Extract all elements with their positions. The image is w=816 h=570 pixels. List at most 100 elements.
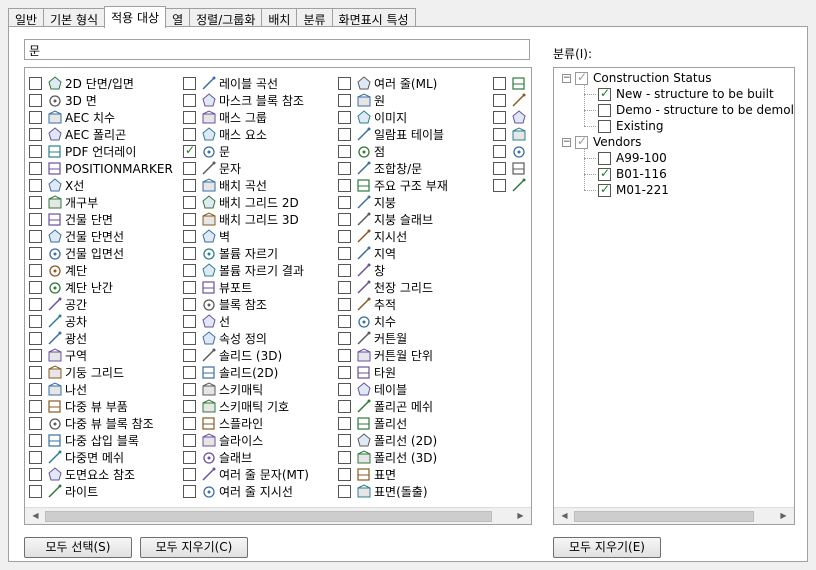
object-type-item[interactable]: 볼륨 자르기 <box>183 245 278 262</box>
tab-1[interactable]: 기본 형식 <box>43 8 106 28</box>
object-type-checkbox[interactable] <box>183 349 196 362</box>
object-type-checkbox[interactable] <box>338 145 351 158</box>
object-type-item[interactable]: 표면(돌출) <box>338 483 428 500</box>
object-type-item[interactable]: 기둥 그리드 <box>29 364 124 381</box>
object-type-item[interactable]: 표면 <box>338 466 396 483</box>
object-type-item[interactable] <box>493 160 529 177</box>
object-type-checkbox[interactable] <box>183 281 196 294</box>
object-type-checkbox[interactable] <box>29 298 42 311</box>
object-type-item[interactable]: 폴리선 (3D) <box>338 449 437 466</box>
object-type-item[interactable]: 벽 <box>183 228 230 245</box>
object-type-checkbox[interactable] <box>183 451 196 464</box>
object-type-checkbox[interactable] <box>338 451 351 464</box>
category-horizontal-scrollbar[interactable]: ◀ ▶ <box>554 507 794 524</box>
clear-all-categories-button[interactable]: 모두 지우기(E) <box>553 537 661 558</box>
object-type-checkbox[interactable] <box>183 400 196 413</box>
object-type-item[interactable]: 여러 줄(ML) <box>338 75 437 92</box>
collapse-icon[interactable]: − <box>562 73 571 83</box>
object-type-checkbox[interactable] <box>183 179 196 192</box>
object-type-checkbox[interactable] <box>338 349 351 362</box>
object-type-item[interactable]: 레이블 곡선 <box>183 75 278 92</box>
object-type-checkbox[interactable] <box>29 264 42 277</box>
object-type-checkbox[interactable] <box>338 366 351 379</box>
object-type-item[interactable]: 뷰포트 <box>183 279 252 296</box>
object-type-item[interactable]: 나선 <box>29 381 87 398</box>
object-type-checkbox[interactable] <box>493 128 506 141</box>
category-item[interactable]: Demo - structure to be demolished <box>598 102 794 118</box>
object-type-item[interactable]: 지역 <box>338 245 396 262</box>
object-type-checkbox[interactable] <box>29 366 42 379</box>
object-type-item[interactable]: 지시선 <box>338 228 407 245</box>
object-type-item[interactable]: 폴리곤 메쉬 <box>338 398 433 415</box>
object-type-item[interactable]: X선 <box>29 177 84 194</box>
object-type-item[interactable]: 조합창/문 <box>338 160 422 177</box>
object-type-item[interactable]: 점 <box>338 143 385 160</box>
object-type-checkbox[interactable] <box>29 451 42 464</box>
object-type-checkbox[interactable] <box>29 400 42 413</box>
category-checkbox[interactable] <box>575 134 588 149</box>
tab-6[interactable]: 분류 <box>296 8 333 28</box>
object-type-item[interactable]: 다중 삽입 블록 <box>29 432 139 449</box>
object-type-checkbox[interactable] <box>29 315 42 328</box>
object-type-checkbox[interactable] <box>338 162 351 175</box>
object-type-checkbox[interactable] <box>183 298 196 311</box>
object-type-checkbox[interactable] <box>29 162 42 175</box>
object-type-item[interactable]: 지붕 <box>338 194 396 211</box>
object-type-checkbox[interactable] <box>183 315 196 328</box>
object-type-item[interactable]: 블록 참조 <box>183 296 267 313</box>
object-type-checkbox[interactable] <box>183 162 196 175</box>
object-type-item[interactable]: POSITIONMARKER <box>29 160 173 177</box>
object-type-item[interactable]: 속성 정의 <box>183 330 267 347</box>
object-type-list[interactable]: 2D 단면/입면 3D 면 AEC 치수 AEC 폴리곤 PDF 언더레이 POSITIO… <box>24 67 532 525</box>
object-type-checkbox[interactable] <box>183 485 196 498</box>
object-type-item[interactable]: 원 <box>338 92 385 109</box>
object-type-checkbox[interactable] <box>183 77 196 90</box>
object-type-checkbox[interactable] <box>183 332 196 345</box>
object-type-item[interactable] <box>493 126 529 143</box>
object-type-item[interactable]: 구역 <box>29 347 87 364</box>
object-type-checkbox[interactable] <box>183 417 196 430</box>
object-type-checkbox[interactable] <box>338 213 351 226</box>
category-item-checkbox[interactable] <box>598 151 611 165</box>
tab-2[interactable]: 적용 대상 <box>104 6 167 28</box>
object-type-checkbox[interactable] <box>338 77 351 90</box>
category-item-checkbox[interactable] <box>598 103 611 117</box>
select-all-button[interactable]: 모두 선택(S) <box>24 537 132 558</box>
category-item[interactable]: M01-221 <box>598 182 669 198</box>
object-type-item[interactable]: 계단 <box>29 262 87 279</box>
object-type-item[interactable]: 개구부 <box>29 194 98 211</box>
scroll-right-icon[interactable]: ▶ <box>512 508 529 524</box>
category-checkbox[interactable] <box>575 70 588 85</box>
object-type-item[interactable]: 스플라인 <box>183 415 263 432</box>
object-type-checkbox[interactable] <box>338 298 351 311</box>
object-type-item[interactable]: 일람표 테이블 <box>338 126 444 143</box>
object-type-checkbox[interactable] <box>183 383 196 396</box>
object-type-checkbox[interactable] <box>338 400 351 413</box>
object-type-item[interactable]: 3D 면 <box>29 92 97 109</box>
object-type-checkbox[interactable] <box>29 111 42 124</box>
object-type-item[interactable]: 창 <box>338 262 385 279</box>
object-type-item[interactable]: 타원 <box>338 364 396 381</box>
object-type-item[interactable]: 2D 단면/입면 <box>29 75 134 92</box>
object-type-checkbox[interactable] <box>338 315 351 328</box>
object-type-checkbox[interactable] <box>29 145 42 158</box>
object-type-checkbox[interactable] <box>29 485 42 498</box>
object-type-item[interactable]: 폴리선 (2D) <box>338 432 437 449</box>
object-type-checkbox[interactable] <box>29 196 42 209</box>
object-type-checkbox[interactable] <box>338 434 351 447</box>
object-type-item[interactable]: 스키매틱 기호 <box>183 398 289 415</box>
object-type-item[interactable]: 슬라이스 <box>183 432 263 449</box>
object-type-checkbox[interactable] <box>183 264 196 277</box>
scroll-right-icon[interactable]: ▶ <box>775 508 792 524</box>
object-type-item[interactable] <box>493 177 529 194</box>
object-type-item[interactable]: 다중면 메쉬 <box>29 449 124 466</box>
object-type-item[interactable]: 선 <box>183 313 230 330</box>
category-tree[interactable]: − Construction Status New - structure to b… <box>553 67 795 525</box>
object-type-checkbox[interactable] <box>338 94 351 107</box>
object-type-checkbox[interactable] <box>29 417 42 430</box>
object-type-checkbox[interactable] <box>338 417 351 430</box>
object-type-checkbox[interactable] <box>29 434 42 447</box>
object-type-checkbox[interactable] <box>29 128 42 141</box>
object-type-item[interactable]: 건물 입면선 <box>29 245 124 262</box>
object-type-checkbox[interactable] <box>338 281 351 294</box>
